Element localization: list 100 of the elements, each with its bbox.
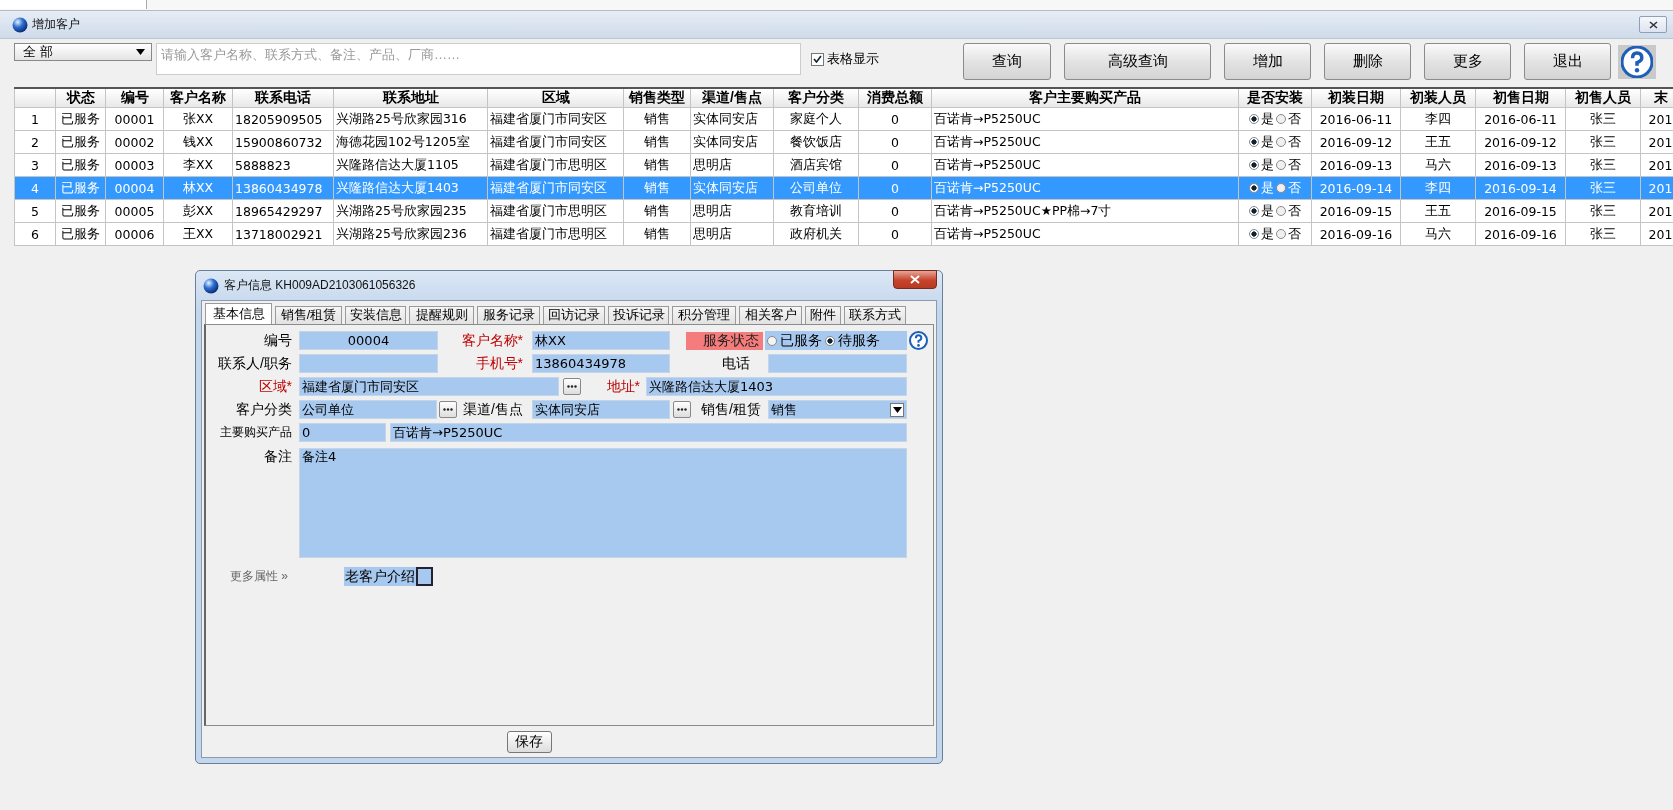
column-header[interactable]: 客户主要购买产品 bbox=[931, 88, 1239, 108]
table-cell: 00005 bbox=[105, 199, 164, 223]
save-button[interactable]: 保存 bbox=[506, 730, 552, 753]
radio-button[interactable] bbox=[1249, 206, 1259, 216]
column-header[interactable]: 初装人员 bbox=[1400, 88, 1476, 108]
number-field[interactable]: 00004 bbox=[299, 331, 438, 350]
column-header[interactable]: 渠道/售点 bbox=[690, 88, 774, 108]
table-cell: 张三 bbox=[1565, 107, 1641, 131]
close-button[interactable] bbox=[893, 270, 937, 289]
more-link[interactable]: 更多属性 » bbox=[208, 567, 293, 585]
close-icon bbox=[910, 275, 920, 284]
tab[interactable]: 销售/租赁 bbox=[275, 306, 342, 324]
radio-button[interactable] bbox=[1276, 206, 1286, 216]
product-field[interactable]: 百诺肯→P5250UC bbox=[390, 423, 907, 442]
table-cell: 百诺肯→P5250UC bbox=[931, 176, 1239, 200]
phone-field[interactable] bbox=[768, 354, 907, 373]
table-cell: 兴湖路25号欣家园235 bbox=[333, 199, 488, 223]
radio-button[interactable] bbox=[825, 335, 835, 346]
table-cell: 0 bbox=[858, 130, 932, 154]
column-header[interactable]: 客户名称 bbox=[163, 88, 233, 108]
table-row[interactable]: 3 已服务 00003 李XX 5888823 兴隆路信达大厦1105 福建省厦门市思明区 销售 思明店 酒店宾馆 0 百诺肯→P5250UC 是 否 2016-09-13 马六 2016-09-13 张三 201 bbox=[14, 153, 1673, 177]
column-header[interactable]: 末 bbox=[1640, 88, 1673, 108]
radio-button[interactable] bbox=[1276, 183, 1286, 193]
table-cell: 百诺肯→P5250UC bbox=[931, 153, 1239, 177]
ellipsis-button[interactable] bbox=[563, 378, 581, 395]
ellipsis-button[interactable] bbox=[673, 401, 691, 418]
toolbar-button[interactable]: 增加 bbox=[1224, 43, 1311, 80]
table-cell: 0 bbox=[858, 199, 932, 223]
column-header[interactable]: 编号 bbox=[105, 88, 164, 108]
radio-button[interactable] bbox=[1276, 229, 1286, 239]
help-icon[interactable] bbox=[909, 331, 928, 350]
column-header[interactable]: 联系地址 bbox=[333, 88, 488, 108]
table-cell: 销售 bbox=[623, 107, 691, 131]
checkbox[interactable] bbox=[811, 52, 824, 66]
tab[interactable]: 基本信息 bbox=[205, 303, 272, 324]
table-row[interactable]: 1 已服务 00001 张XX 18205909505 兴湖路25号欣家园316 福建省厦门市同安区 销售 实体同安店 家庭个人 0 百诺肯→P5250UC 是 否 2016-06-11 李四 2016-06-11 张三 201 bbox=[14, 107, 1673, 131]
product-field[interactable]: 0 bbox=[299, 423, 386, 442]
tab[interactable]: 服务记录 bbox=[477, 306, 540, 324]
help-icon[interactable] bbox=[1621, 45, 1653, 78]
channel-field[interactable]: 实体同安店 bbox=[532, 400, 670, 419]
radio-button[interactable] bbox=[1276, 114, 1286, 124]
close-button[interactable] bbox=[1639, 16, 1667, 33]
radio-button[interactable] bbox=[1249, 183, 1259, 193]
toolbar-button[interactable]: 退出 bbox=[1524, 43, 1611, 80]
radio-button[interactable] bbox=[1276, 137, 1286, 147]
toolbar-button[interactable]: 查询 bbox=[963, 43, 1051, 80]
radio-label: 否 bbox=[1288, 202, 1301, 220]
tab[interactable]: 提醒规则 bbox=[409, 306, 474, 324]
table-cell: 李四 bbox=[1400, 107, 1476, 131]
filter-dropdown[interactable]: 全 部 bbox=[14, 43, 152, 61]
column-header[interactable]: 销售类型 bbox=[623, 88, 691, 108]
table-row[interactable]: 2 已服务 00002 钱XX 15900860732 海德花园102号1205室 福建省厦门市同安区 销售 实体同安店 餐饮饭店 0 百诺肯→P5250UC 是 否 2016-09-12 王五 2016-09-12 张三 201 bbox=[14, 130, 1673, 154]
tab[interactable]: 相关客户 bbox=[739, 306, 802, 324]
radio-button[interactable] bbox=[1249, 137, 1259, 147]
row-number: 6 bbox=[14, 222, 56, 246]
contact-field[interactable] bbox=[299, 354, 438, 373]
column-header[interactable]: 消费总额 bbox=[858, 88, 932, 108]
table-cell: 已服务 bbox=[55, 130, 106, 154]
tab[interactable]: 附件 bbox=[805, 306, 841, 324]
tab[interactable]: 回访记录 bbox=[543, 306, 605, 324]
radio-button[interactable] bbox=[767, 335, 777, 346]
column-header[interactable]: 状态 bbox=[55, 88, 106, 108]
notes-field[interactable]: 备注4 bbox=[299, 448, 907, 558]
table-cell: 销售 bbox=[623, 153, 691, 177]
toolbar-button[interactable]: 更多 bbox=[1424, 43, 1511, 80]
tab[interactable]: 安装信息 bbox=[345, 306, 406, 324]
column-header[interactable]: 初装日期 bbox=[1311, 88, 1401, 108]
tab[interactable]: 投诉记录 bbox=[608, 306, 669, 324]
category-field[interactable]: 公司单位 bbox=[299, 400, 437, 419]
table-cell: 已服务 bbox=[55, 153, 106, 177]
radio-button[interactable] bbox=[1249, 160, 1259, 170]
table-row[interactable]: 6 已服务 00006 王XX 13718002921 兴湖路25号欣家园236 福建省厦门市思明区 销售 思明店 政府机关 0 百诺肯→P5250UC 是 否 2016-09-16 马六 2016-09-16 张三 201 bbox=[14, 222, 1673, 246]
toolbar-button[interactable]: 高级查询 bbox=[1064, 43, 1211, 80]
column-header[interactable]: 是否安装 bbox=[1238, 88, 1312, 108]
caret-icon bbox=[136, 49, 145, 55]
radio-button[interactable] bbox=[1276, 160, 1286, 170]
tab[interactable]: 积分管理 bbox=[672, 306, 736, 324]
radio-button[interactable] bbox=[1249, 229, 1259, 239]
table-cell: 王XX bbox=[163, 222, 233, 246]
checkbox[interactable] bbox=[416, 566, 433, 586]
column-header[interactable]: 区域 bbox=[487, 88, 624, 108]
row-number: 4 bbox=[14, 176, 56, 200]
table-cell: 李XX bbox=[163, 153, 233, 177]
table-row[interactable]: 5 已服务 00005 彭XX 18965429297 兴湖路25号欣家园235 福建省厦门市思明区 销售 思明店 教育培训 0 百诺肯→P5250UC★PP棉→7寸 是 否 2016-09-15 王五 2016-09-15 张三 201 bbox=[14, 199, 1673, 223]
table-cell: 家庭个人 bbox=[773, 107, 859, 131]
column-header[interactable]: 客户分类 bbox=[773, 88, 859, 108]
region-field[interactable]: 福建省厦门市同安区 bbox=[299, 377, 559, 396]
mobile-field[interactable]: 13860434978 bbox=[532, 354, 670, 373]
radio-button[interactable] bbox=[1249, 114, 1259, 124]
toolbar-button[interactable]: 删除 bbox=[1324, 43, 1411, 80]
tab[interactable]: 联系方式 bbox=[844, 306, 906, 324]
column-header[interactable]: 联系电话 bbox=[232, 88, 334, 108]
radio-label: 是 bbox=[1261, 156, 1274, 174]
name-field[interactable]: 林XX bbox=[532, 331, 670, 350]
ellipsis-button[interactable] bbox=[439, 401, 457, 418]
table-cell: 福建省厦门市思明区 bbox=[487, 199, 624, 223]
column-header[interactable]: 初售日期 bbox=[1475, 88, 1566, 108]
column-header[interactable]: 初售人员 bbox=[1565, 88, 1641, 108]
sale-type-dropdown[interactable]: 销售 bbox=[768, 400, 907, 419]
address-field[interactable]: 兴隆路信达大厦1403 bbox=[646, 377, 907, 396]
